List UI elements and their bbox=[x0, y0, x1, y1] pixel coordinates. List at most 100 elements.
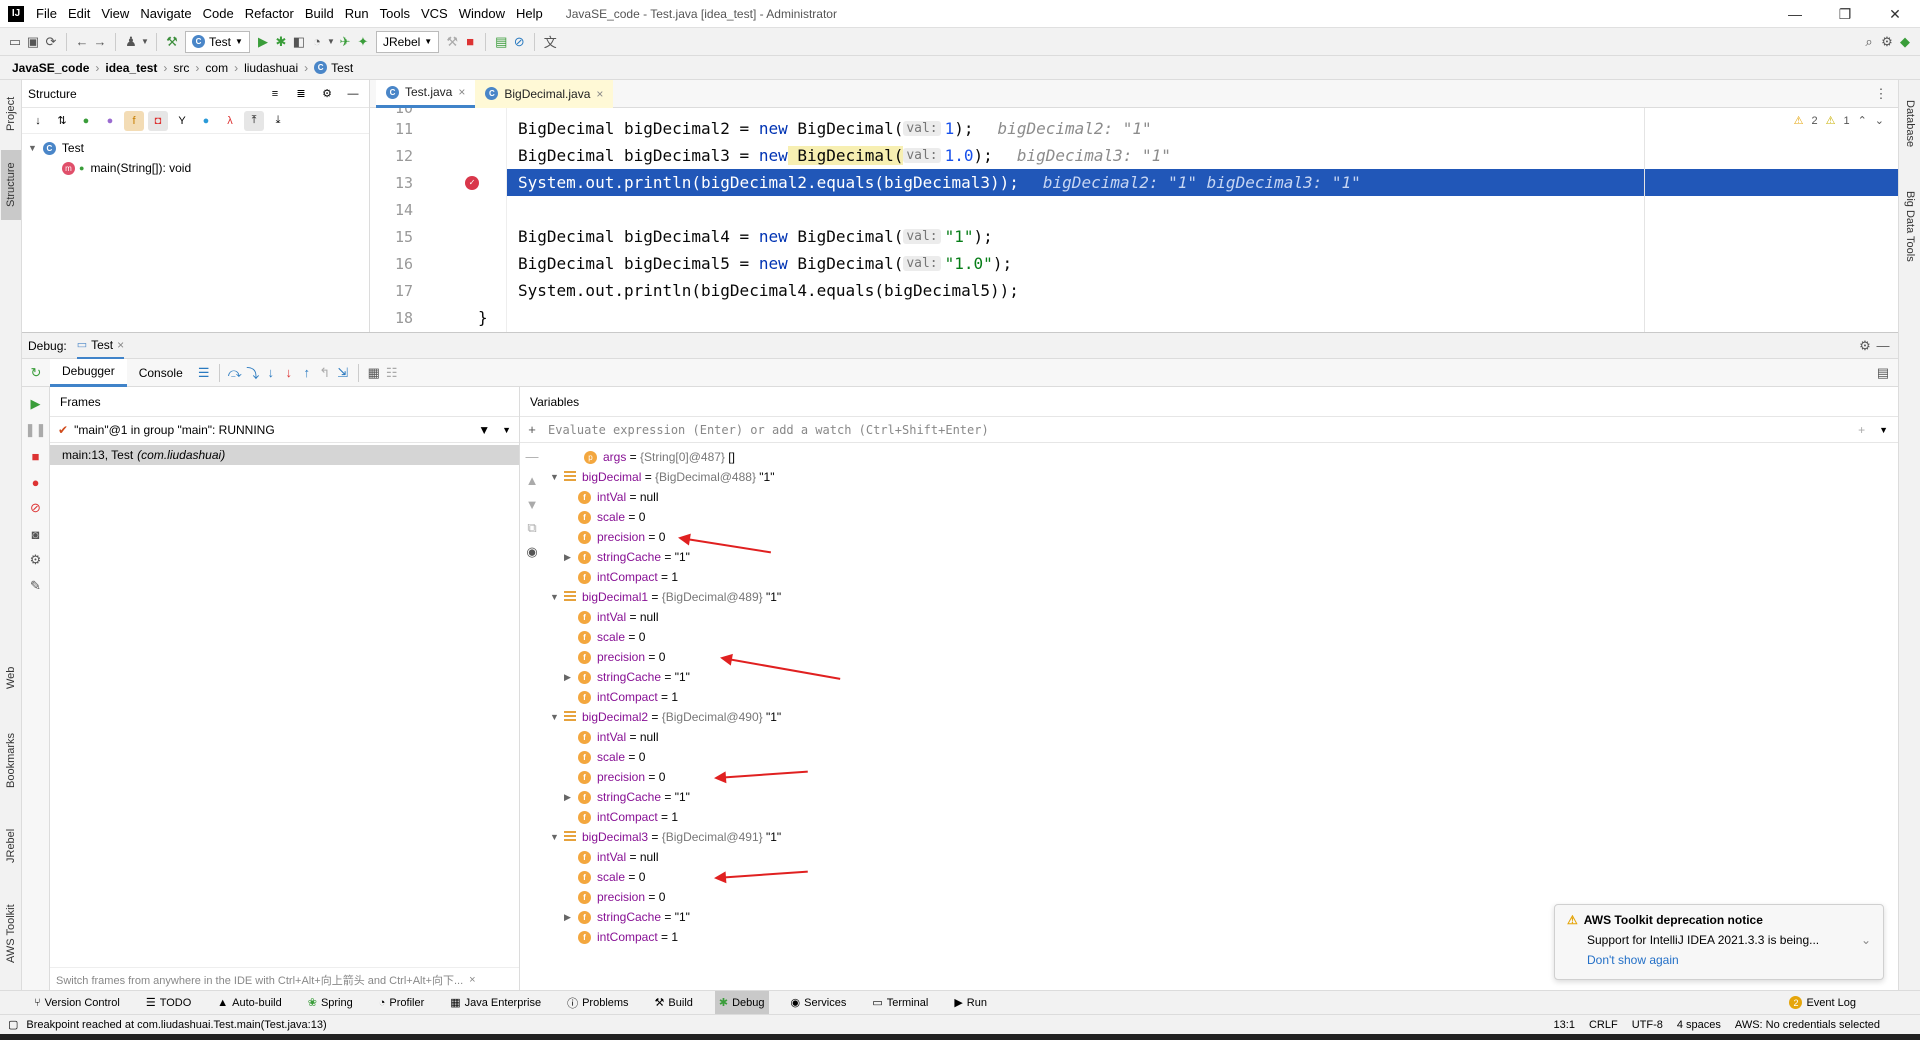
rerun-icon[interactable]: ↻ bbox=[22, 364, 50, 382]
jrebel-debug-icon[interactable]: ✦ bbox=[354, 33, 372, 51]
chevron-down-icon[interactable]: ▼ bbox=[502, 425, 511, 435]
hammer-icon[interactable]: ⚒ bbox=[443, 33, 461, 51]
menu-build[interactable]: Build bbox=[305, 6, 334, 21]
chevron-right-icon[interactable]: ▶ bbox=[564, 672, 578, 683]
hide-icon[interactable]: — bbox=[1874, 337, 1892, 355]
variable-field[interactable]: ▶ f stringCache = "1" bbox=[564, 667, 690, 687]
sync-icon[interactable]: ⟳ bbox=[42, 33, 60, 51]
chevron-down-icon[interactable]: ▼ bbox=[326, 33, 336, 51]
variable-field[interactable]: f intCompact = 1 bbox=[566, 567, 678, 587]
save-all-icon[interactable]: ▣ bbox=[24, 33, 42, 51]
no-entry-icon[interactable]: ⊘ bbox=[510, 33, 528, 51]
menu-navigate[interactable]: Navigate bbox=[140, 6, 191, 21]
variable-args[interactable]: p args = {String[0]@487} [] bbox=[584, 447, 735, 467]
menu-view[interactable]: View bbox=[101, 6, 129, 21]
chevron-down-icon[interactable]: ⌄ bbox=[1875, 114, 1884, 127]
variable-field[interactable]: ▶ f stringCache = "1" bbox=[564, 547, 690, 567]
close-button[interactable]: ✕ bbox=[1870, 6, 1920, 23]
frame-item[interactable]: main:13, Test (com.liudashuai) bbox=[50, 445, 519, 465]
file-encoding[interactable]: UTF-8 bbox=[1632, 1019, 1663, 1031]
tool-build[interactable]: ⚒ Build bbox=[651, 991, 697, 1015]
indent-setting[interactable]: 4 spaces bbox=[1677, 1019, 1721, 1031]
variable-field[interactable]: f intVal = null bbox=[566, 847, 659, 867]
aws-toolkit-tool-tab[interactable]: AWS Toolkit bbox=[1, 892, 21, 976]
structure-tool-tab[interactable]: Structure bbox=[1, 150, 21, 220]
database-tool-tab[interactable]: Database bbox=[1900, 88, 1920, 160]
show-execution-point-icon[interactable]: ⤼ bbox=[226, 364, 244, 382]
variable-field[interactable]: f intVal = null bbox=[566, 727, 659, 747]
variable-field[interactable]: f intCompact = 1 bbox=[566, 807, 678, 827]
run-icon[interactable]: ▶ bbox=[254, 33, 272, 51]
variable-object[interactable]: ▼ bigDecimal2 = {BigDecimal@490} "1" bbox=[550, 707, 781, 727]
inherited-icon[interactable]: ● bbox=[76, 111, 96, 131]
menu-refactor[interactable]: Refactor bbox=[245, 6, 294, 21]
tab-test-java[interactable]: C Test.java × bbox=[376, 79, 476, 108]
add-icon[interactable]: + bbox=[520, 421, 544, 439]
close-icon[interactable]: × bbox=[596, 87, 603, 101]
breadcrumb-module[interactable]: idea_test bbox=[105, 61, 157, 75]
tab-bigdecimal-java[interactable]: C BigDecimal.java × bbox=[475, 79, 614, 108]
run-to-cursor-icon[interactable]: ⇲ bbox=[334, 364, 352, 382]
variable-field[interactable]: f intVal = null bbox=[566, 607, 659, 627]
camera-icon[interactable]: ◙ bbox=[27, 525, 45, 543]
menu-help[interactable]: Help bbox=[516, 6, 543, 21]
menu-code[interactable]: Code bbox=[203, 6, 234, 21]
pause-icon[interactable]: ❚❚ bbox=[25, 421, 47, 439]
structure-method-node[interactable]: m ● main(String[]): void bbox=[22, 158, 369, 178]
variable-field[interactable]: f scale = 0 bbox=[566, 627, 645, 647]
tool-event-log[interactable]: 2 Event Log bbox=[1785, 991, 1860, 1015]
variable-object[interactable]: ▼ bigDecimal = {BigDecimal@488} "1" bbox=[550, 467, 775, 487]
structure-class-node[interactable]: ▼ C Test bbox=[22, 138, 369, 158]
code-area[interactable]: ⚠2 ⚠1 ⌃ ⌄ 10 11 BigDecimal bigDecimal2 =… bbox=[370, 108, 1898, 332]
build-hammer-icon[interactable]: ⚒ bbox=[163, 33, 181, 51]
profile-icon[interactable]: ◔ bbox=[308, 33, 326, 51]
jrebel-run-icon[interactable]: ✈ bbox=[336, 33, 354, 51]
autoscroll-to-source-icon[interactable]: ⤒ bbox=[244, 110, 264, 131]
remove-icon[interactable]: — bbox=[523, 447, 541, 465]
tool-terminal[interactable]: ▭ Terminal bbox=[868, 991, 932, 1015]
evaluate-input[interactable]: Evaluate expression (Enter) or add a wat… bbox=[548, 423, 989, 437]
minimize-button[interactable]: — bbox=[1770, 6, 1820, 22]
chevron-down-icon[interactable]: ▼ bbox=[550, 472, 564, 482]
evaluate-icon[interactable]: ▦ bbox=[365, 364, 383, 382]
copy-icon[interactable]: ⧉ bbox=[523, 519, 541, 537]
close-icon[interactable]: × bbox=[117, 338, 124, 352]
chevron-down-icon[interactable]: ⌄ bbox=[1861, 933, 1871, 947]
tool-spring[interactable]: ❀ Spring bbox=[304, 991, 357, 1015]
variable-field[interactable]: f precision = 0 bbox=[566, 767, 665, 787]
view-breakpoints-icon[interactable]: ● bbox=[27, 473, 45, 491]
variable-field[interactable]: f intVal = null bbox=[566, 487, 659, 507]
menu-vcs[interactable]: VCS bbox=[421, 6, 448, 21]
lambda-icon[interactable]: λ bbox=[220, 111, 240, 131]
chevron-down-icon[interactable]: ▼ bbox=[140, 33, 150, 51]
gear-icon[interactable]: ⚙ bbox=[317, 84, 337, 104]
variable-field[interactable]: f precision = 0 bbox=[566, 527, 665, 547]
breadcrumb-package[interactable]: liudashuai bbox=[244, 61, 298, 75]
move-down-icon[interactable]: ▼ bbox=[523, 495, 541, 513]
chevron-down-icon[interactable]: ▼ bbox=[550, 592, 564, 602]
expand-all-icon[interactable]: ≡ bbox=[265, 84, 285, 104]
tab-debugger[interactable]: Debugger bbox=[50, 358, 127, 387]
tool-services[interactable]: ◉ Services bbox=[787, 991, 851, 1015]
gear-icon[interactable]: ⚙ bbox=[1878, 33, 1896, 51]
fields-icon[interactable]: f bbox=[124, 110, 144, 131]
chevron-right-icon[interactable]: ▶ bbox=[564, 912, 578, 923]
sort-visibility-icon[interactable]: ⇅ bbox=[52, 111, 72, 131]
close-icon[interactable]: × bbox=[469, 974, 475, 986]
hide-icon[interactable]: — bbox=[343, 84, 363, 104]
plugin-icon[interactable]: ◆ bbox=[1896, 33, 1914, 51]
tab-console[interactable]: Console bbox=[127, 359, 195, 387]
variable-field[interactable]: ▶ f stringCache = "1" bbox=[564, 787, 690, 807]
bookmarks-tool-tab[interactable]: Bookmarks bbox=[1, 720, 21, 800]
open-folder-icon[interactable]: ▭ bbox=[6, 33, 24, 51]
user-icon[interactable]: ♟ bbox=[122, 33, 140, 51]
lambda-list-icon[interactable]: ● bbox=[196, 111, 216, 131]
tool-todo[interactable]: ☰ TODO bbox=[142, 991, 195, 1015]
tool-auto-build[interactable]: ▲ Auto-build bbox=[213, 991, 285, 1015]
tool-version-control[interactable]: ⑂ Version Control bbox=[30, 991, 124, 1015]
run-config-select[interactable]: C Test ▼ bbox=[185, 30, 250, 53]
gear-icon[interactable]: ⚙ bbox=[1856, 337, 1874, 355]
non-public-icon[interactable]: ◘ bbox=[148, 110, 168, 131]
project-tool-tab[interactable]: Project bbox=[1, 86, 21, 142]
move-up-icon[interactable]: ▲ bbox=[523, 471, 541, 489]
